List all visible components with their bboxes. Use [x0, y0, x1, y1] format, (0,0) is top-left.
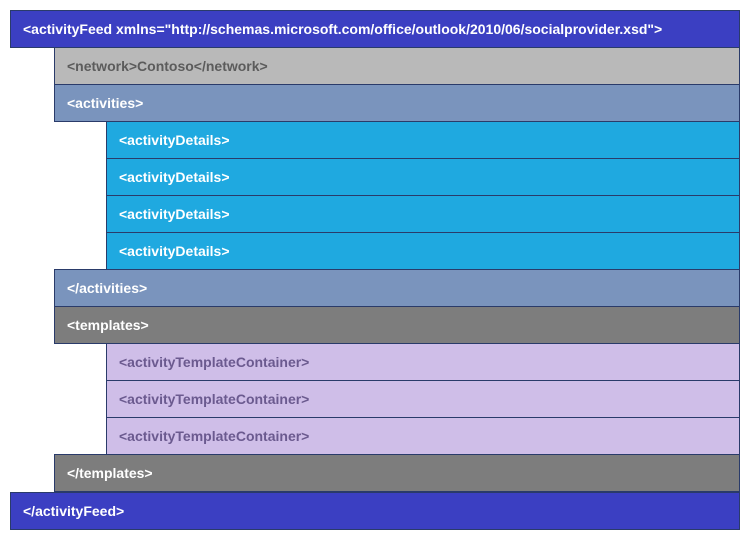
- activityfeed-close-tag: </activityFeed>: [10, 492, 740, 530]
- activitytemplatecontainer-element: <activityTemplateContainer>: [106, 417, 740, 455]
- xml-structure-diagram: <activityFeed xmlns="http://schemas.micr…: [10, 10, 740, 530]
- activitydetails-element: <activityDetails>: [106, 195, 740, 233]
- activitydetails-element: <activityDetails>: [106, 121, 740, 159]
- activitydetails-element: <activityDetails>: [106, 232, 740, 270]
- network-element: <network>Contoso</network>: [54, 47, 740, 85]
- templates-open-tag: <templates>: [54, 306, 740, 344]
- activityfeed-open-tag: <activityFeed xmlns="http://schemas.micr…: [10, 10, 740, 48]
- activitytemplatecontainer-element: <activityTemplateContainer>: [106, 343, 740, 381]
- activities-open-tag: <activities>: [54, 84, 740, 122]
- activities-close-tag: </activities>: [54, 269, 740, 307]
- activitydetails-element: <activityDetails>: [106, 158, 740, 196]
- templates-close-tag: </templates>: [54, 454, 740, 492]
- activitytemplatecontainer-element: <activityTemplateContainer>: [106, 380, 740, 418]
